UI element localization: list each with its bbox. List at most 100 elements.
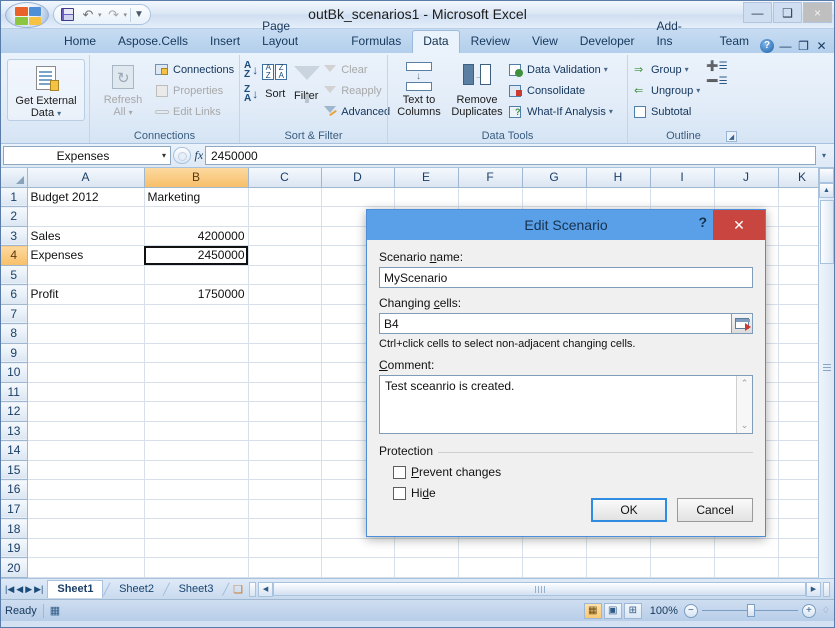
row-header-11[interactable]: 11 <box>1 382 28 403</box>
comment-scroll-up-icon[interactable]: ⌃ <box>741 378 749 389</box>
cell-F19[interactable] <box>458 538 523 559</box>
cell-J20[interactable] <box>714 557 779 578</box>
cell-A3[interactable]: Sales <box>27 226 145 247</box>
name-box[interactable]: Expenses ▾ <box>3 146 171 165</box>
cell-C15[interactable] <box>248 460 322 481</box>
cell-B16[interactable] <box>144 479 249 500</box>
cell-B11[interactable] <box>144 382 249 403</box>
comment-textarea[interactable]: Test sceanrio is created. ⌃ ⌄ <box>379 375 753 434</box>
cell-A20[interactable] <box>27 557 145 578</box>
cell-C20[interactable] <box>248 557 322 578</box>
ribbon-close-icon[interactable]: ✕ <box>815 39 828 53</box>
tab-insert[interactable]: Insert <box>199 30 251 53</box>
name-box-chevron-down-icon[interactable]: ▾ <box>160 151 168 160</box>
subtotal-button[interactable]: Subtotal <box>632 101 700 122</box>
cell-C3[interactable] <box>248 226 322 247</box>
prevent-changes-row[interactable]: Prevent changes <box>393 465 753 479</box>
cell-A18[interactable] <box>27 518 145 539</box>
tab-view[interactable]: View <box>521 30 569 53</box>
tab-page-layout[interactable]: Page Layout <box>251 15 340 53</box>
filter-button[interactable]: Filter <box>292 59 321 103</box>
row-header-10[interactable]: 10 <box>1 362 28 383</box>
hscroll-split-left[interactable] <box>249 581 257 597</box>
zoom-slider[interactable]: − + <box>683 603 816 618</box>
cell-J19[interactable] <box>714 538 779 559</box>
cell-F20[interactable] <box>458 557 523 578</box>
hscroll-right-button[interactable]: ▶ <box>806 581 821 597</box>
scroll-up-button[interactable]: ▲ <box>819 183 834 198</box>
advanced-filter-button[interactable]: Advanced <box>322 101 390 122</box>
hscroll-left-button[interactable]: ◀ <box>258 581 274 597</box>
cell-A4[interactable]: Expenses <box>27 245 145 266</box>
dialog-help-icon[interactable]: ? <box>698 214 707 230</box>
row-header-4[interactable]: 4 <box>1 245 28 266</box>
tab-review[interactable]: Review <box>460 30 521 53</box>
ribbon-minimize-icon[interactable]: — <box>779 39 792 53</box>
zoom-out-button[interactable]: − <box>683 603 698 618</box>
cell-E1[interactable] <box>394 187 459 208</box>
data-validation-button[interactable]: Data Validation ▾ <box>508 59 613 80</box>
changing-cells-input[interactable]: B4 <box>379 313 731 334</box>
vertical-scrollbar[interactable]: ▲ <box>818 168 834 578</box>
column-header-G[interactable]: G <box>522 168 587 188</box>
column-header-C[interactable]: C <box>248 168 322 188</box>
refresh-all-button[interactable]: ↻ Refresh All ▾ <box>94 59 152 119</box>
zoom-handle[interactable] <box>746 604 755 617</box>
consolidate-button[interactable]: Consolidate <box>508 80 613 101</box>
cell-A5[interactable] <box>27 265 145 286</box>
cell-H1[interactable] <box>586 187 651 208</box>
cell-C5[interactable] <box>248 265 322 286</box>
maximize-button[interactable]: ❑ <box>773 2 802 23</box>
next-sheet-button[interactable]: ▶ <box>25 584 32 595</box>
row-header-9[interactable]: 9 <box>1 343 28 364</box>
cell-C18[interactable] <box>248 518 322 539</box>
comment-scrollbar[interactable]: ⌃ ⌄ <box>736 376 752 433</box>
cell-B19[interactable] <box>144 538 249 559</box>
row-header-18[interactable]: 18 <box>1 518 28 539</box>
cell-A14[interactable] <box>27 440 145 461</box>
cell-C4[interactable] <box>248 245 322 266</box>
cell-A2[interactable] <box>27 206 145 227</box>
cell-A19[interactable] <box>27 538 145 559</box>
cell-A16[interactable] <box>27 479 145 500</box>
column-header-J[interactable]: J <box>714 168 779 188</box>
cell-A10[interactable] <box>27 362 145 383</box>
sort-descending-button[interactable]: ZA ↓ <box>244 85 258 104</box>
cell-C11[interactable] <box>248 382 322 403</box>
cell-B8[interactable] <box>144 323 249 344</box>
cell-B6[interactable]: 1750000 <box>144 284 249 305</box>
get-external-data-button[interactable]: Get External Data ▾ <box>7 59 85 121</box>
cell-C10[interactable] <box>248 362 322 383</box>
row-header-5[interactable]: 5 <box>1 265 28 286</box>
insert-worksheet-button[interactable]: ❏ <box>229 583 247 596</box>
show-detail-button[interactable]: ➕☰ <box>706 61 727 72</box>
cell-B15[interactable] <box>144 460 249 481</box>
insert-function-toggle[interactable] <box>172 147 191 164</box>
cell-A11[interactable] <box>27 382 145 403</box>
cell-A6[interactable]: Profit <box>27 284 145 305</box>
tab-developer[interactable]: Developer <box>569 30 646 53</box>
sort-button[interactable]: AZ ZA Sort <box>260 59 290 100</box>
column-header-I[interactable]: I <box>650 168 715 188</box>
zoom-level-label[interactable]: 100% <box>650 605 678 617</box>
scroll-split-handle[interactable] <box>819 168 834 183</box>
column-header-F[interactable]: F <box>458 168 523 188</box>
cell-C19[interactable] <box>248 538 322 559</box>
row-header-13[interactable]: 13 <box>1 421 28 442</box>
cell-G19[interactable] <box>522 538 587 559</box>
cell-B1[interactable]: Marketing <box>144 187 249 208</box>
help-icon[interactable]: ? <box>760 39 774 53</box>
cell-C16[interactable] <box>248 479 322 500</box>
sheet-tab-sheet3[interactable]: Sheet3 <box>170 581 223 598</box>
hide-checkbox[interactable] <box>393 486 406 500</box>
text-to-columns-button[interactable]: ↓ Text to Columns <box>392 59 446 118</box>
close-button[interactable]: × <box>803 2 832 23</box>
first-sheet-button[interactable]: |◀ <box>5 584 14 595</box>
cell-A17[interactable] <box>27 499 145 520</box>
row-header-12[interactable]: 12 <box>1 401 28 422</box>
scenario-name-input[interactable]: MyScenario <box>379 267 753 288</box>
cell-A7[interactable] <box>27 304 145 325</box>
column-header-H[interactable]: H <box>586 168 651 188</box>
row-header-7[interactable]: 7 <box>1 304 28 325</box>
cell-B13[interactable] <box>144 421 249 442</box>
